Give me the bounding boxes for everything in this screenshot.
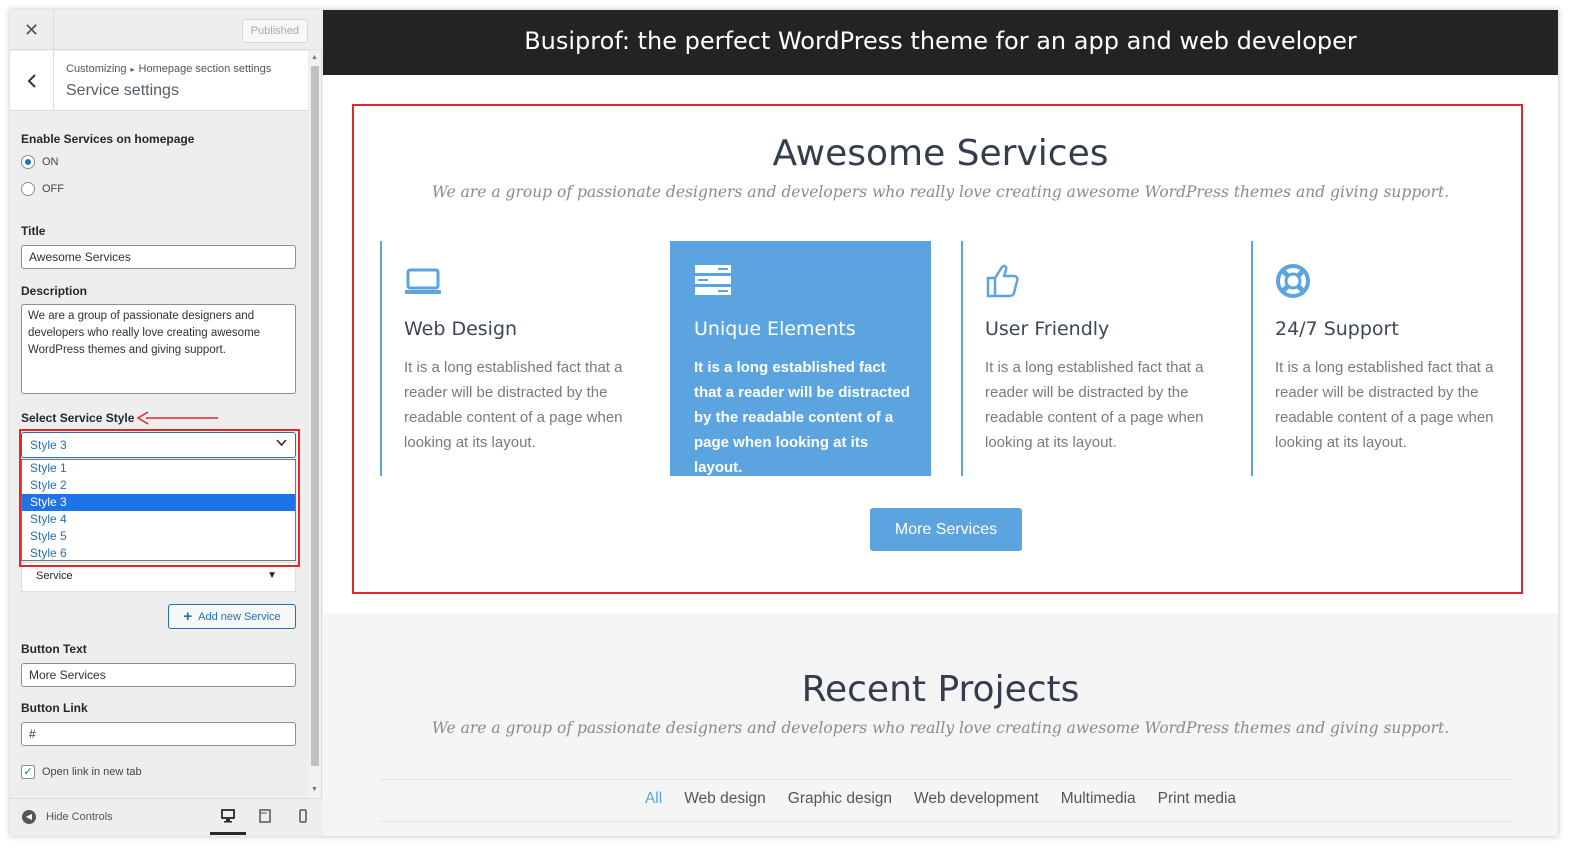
published-button[interactable]: Published [241,19,308,43]
description-textarea[interactable]: We are a group of passionate designers a… [21,304,296,394]
open-new-tab-label: Open link in new tab [42,766,142,778]
breadcrumb-item: Homepage section settings [138,63,272,75]
radio-off-row[interactable]: OFF [21,182,64,196]
radio-off[interactable] [21,182,35,196]
radio-off-label: OFF [42,183,64,195]
check-icon[interactable]: ✓ [21,765,35,779]
customizer-window: ✕ Published Customizing ▸ Homepage section… [10,10,1558,836]
service-card-text: It is a long established fact that a rea… [985,359,1204,451]
title-input[interactable]: Awesome Services [21,245,296,269]
radio-on-row[interactable]: ON [21,155,59,169]
services-section: Awesome Services We are a group of passi… [323,75,1558,613]
tablet-icon[interactable] [258,809,272,823]
service-card-text: It is a long established fact that a rea… [404,359,623,451]
radio-on[interactable] [21,155,35,169]
title-label: Title [21,224,46,238]
services-description: We are a group of passionate designers a… [431,183,1450,201]
breadcrumb: Customizing ▸ Homepage section settings [66,63,271,75]
lifebuoy-icon [1276,264,1310,298]
radio-on-label: ON [42,156,59,168]
button-link-input[interactable]: # [21,722,296,746]
service-card-text: It is a long established fact that a rea… [1275,359,1494,451]
service-card-title: Web Design [404,318,518,340]
button-link-label: Button Link [21,701,88,715]
annotation-arrow-icon [136,411,218,425]
service-card-text: It is a long established fact that a rea… [694,359,910,476]
active-device-indicator [210,832,246,835]
chevron-left-icon [27,74,36,88]
description-label: Description [21,284,88,298]
service-style-label: Select Service Style [21,411,135,425]
projects-description: We are a group of passionate designers a… [431,719,1450,737]
project-filters: All Web design Graphic design Web develo… [323,790,1558,808]
service-card-unique-elements: Unique Elements It is a long established… [670,241,931,476]
sidebar-scrollbar[interactable]: ▲ ▼ [309,52,321,798]
hide-controls-label: Hide Controls [46,811,113,823]
divider [380,821,1512,822]
add-service-label: Add new Service [198,611,281,623]
scroll-up-arrow-icon[interactable]: ▲ [311,54,318,61]
sidebar-header: ✕ Published [10,10,322,50]
section-title: Service settings [66,82,179,99]
mobile-icon[interactable] [296,809,310,823]
thumbs-up-icon [986,264,1019,298]
service-card-support: 24/7 Support It is a long established fa… [1251,241,1512,476]
filter-all[interactable]: All [645,790,662,808]
highlight-box [19,429,300,567]
service-card-user-friendly: User Friendly It is a long established f… [961,241,1222,476]
service-card-web-design: Web Design It is a long established fact… [380,241,641,476]
caret-down-icon: ▼ [267,570,277,581]
more-services-button[interactable]: More Services [870,508,1022,551]
filter-multimedia[interactable]: Multimedia [1061,790,1136,808]
divider [380,779,1512,780]
filter-graphic-design[interactable]: Graphic design [788,790,892,808]
button-text-input[interactable]: More Services [21,663,296,687]
open-new-tab-row[interactable]: ✓ Open link in new tab [21,765,142,779]
add-new-service-button[interactable]: + Add new Service [168,604,296,629]
server-icon [695,265,731,295]
filter-web-design[interactable]: Web design [684,790,766,808]
site-preview: Busiprof: the perfect WordPress theme fo… [323,10,1558,836]
filter-web-development[interactable]: Web development [914,790,1039,808]
enable-services-label: Enable Services on homepage [21,132,195,146]
projects-title: Recent Projects [801,669,1080,710]
section-header: Customizing ▸ Homepage section settings Se… [10,51,308,111]
scroll-down-arrow-icon[interactable]: ▼ [311,786,318,793]
breadcrumb-separator: ▸ [130,65,135,74]
close-customizer-button[interactable]: ✕ [10,10,54,50]
services-title: Awesome Services [772,133,1109,174]
breadcrumb-item: Customizing [66,63,127,75]
service-card-title: User Friendly [985,318,1110,340]
button-text-label: Button Text [21,642,87,656]
back-button[interactable] [10,51,54,111]
sidebar-footer: ◀ Hide Controls [10,798,322,836]
collapse-icon: ◀ [22,810,36,824]
scrollbar-thumb[interactable] [311,66,319,766]
desktop-icon[interactable] [221,809,235,823]
service-card-title: 24/7 Support [1275,318,1399,340]
site-header-title: Busiprof: the perfect WordPress theme fo… [323,10,1558,75]
plus-icon: + [183,608,193,625]
customizer-sidebar: ✕ Published Customizing ▸ Homepage section… [10,10,322,836]
filter-print-media[interactable]: Print media [1158,790,1236,808]
laptop-icon [405,268,441,294]
hide-controls-button[interactable]: ◀ Hide Controls [22,810,113,824]
service-card-title: Unique Elements [694,318,856,340]
service-accordion-label: Service [36,570,73,582]
